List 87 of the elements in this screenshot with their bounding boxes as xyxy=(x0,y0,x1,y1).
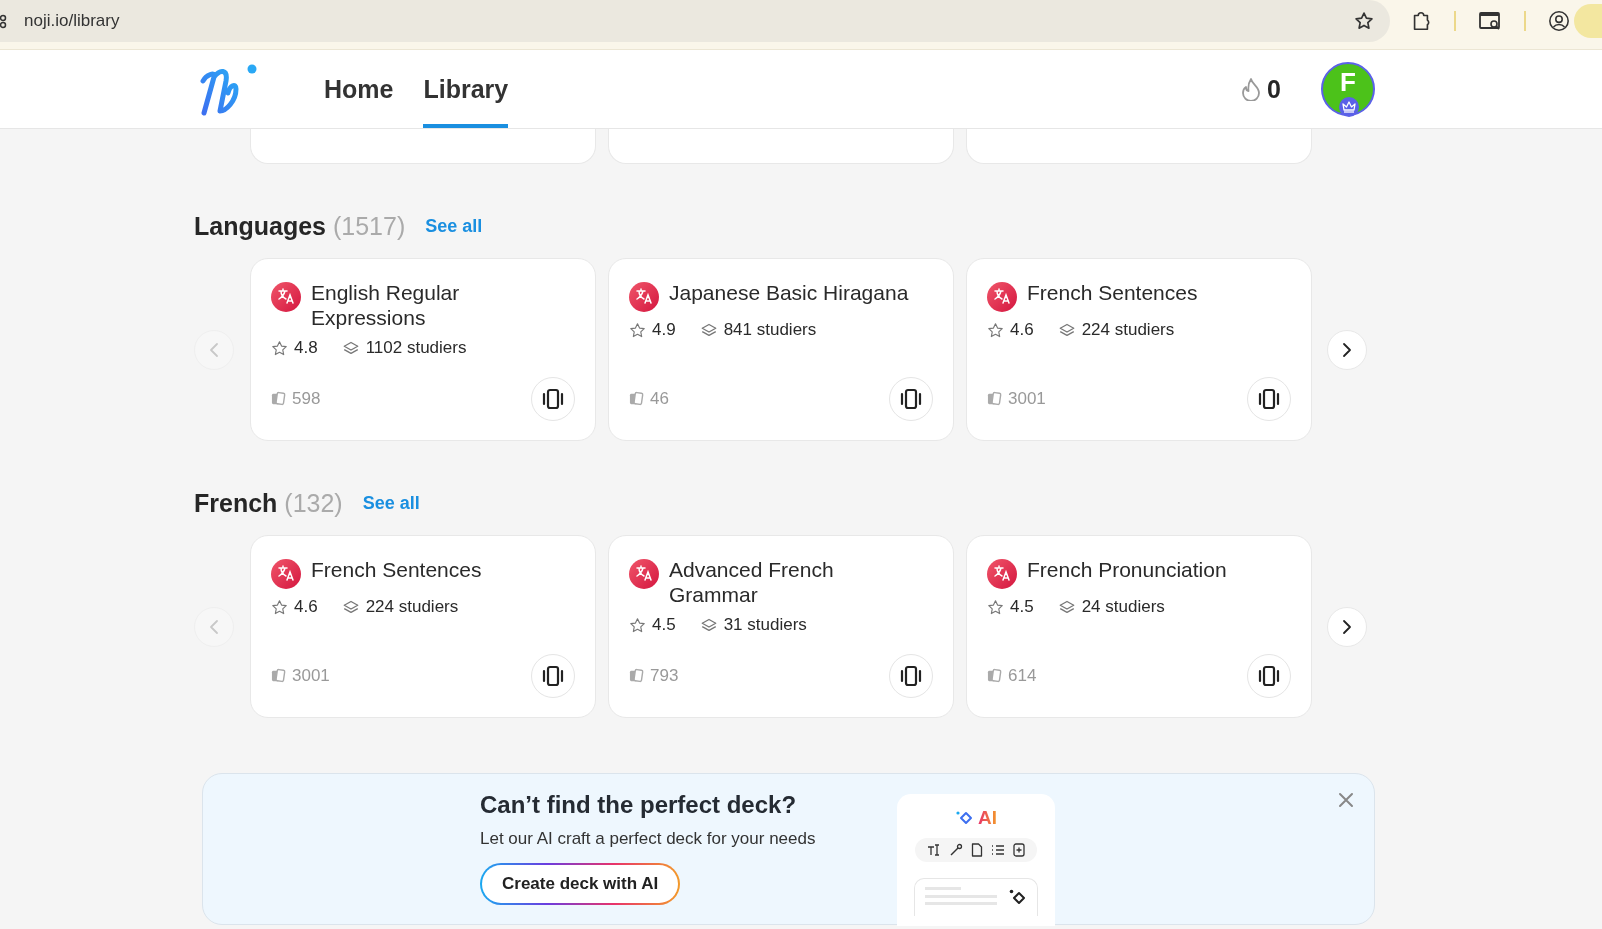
card-count: 793 xyxy=(650,665,679,686)
list-icon xyxy=(991,843,1006,857)
star-icon xyxy=(271,339,288,357)
deck-rating: 4.8 xyxy=(294,338,318,358)
sparkle-icon xyxy=(955,810,974,826)
deck-rating: 4.9 xyxy=(652,320,676,340)
cards-icon xyxy=(987,668,1002,683)
section-count: (132) xyxy=(284,488,343,517)
address-bar-url[interactable]: noji.io/library xyxy=(24,11,120,31)
bookmark-star-icon[interactable] xyxy=(1354,11,1374,31)
deck-title[interactable]: French Pronunciation xyxy=(1027,557,1227,582)
studier-count: 224 studiers xyxy=(365,597,459,617)
layers-icon xyxy=(699,321,718,339)
star-icon xyxy=(629,616,646,634)
cards-icon xyxy=(629,668,644,683)
deck-title[interactable]: Advanced French Grammar xyxy=(669,557,927,607)
star-icon xyxy=(629,321,646,339)
study-button[interactable] xyxy=(889,654,933,698)
profile-icon[interactable] xyxy=(1548,10,1570,32)
layers-icon xyxy=(1057,598,1076,616)
card-count: 598 xyxy=(292,388,321,409)
document-icon xyxy=(971,843,984,857)
translate-icon xyxy=(987,559,1017,589)
layers-icon xyxy=(1057,321,1076,339)
wand-icon xyxy=(949,843,964,857)
flashcard-icon xyxy=(899,665,923,687)
flashcard-icon xyxy=(899,388,923,410)
deck-title[interactable]: Japanese Basic Hiragana xyxy=(669,280,909,305)
next-button[interactable] xyxy=(1327,606,1367,647)
studier-count: 841 studiers xyxy=(723,320,817,340)
text-cursor-icon xyxy=(927,843,942,857)
layers-icon xyxy=(341,339,360,357)
studier-count: 31 studiers xyxy=(723,615,807,635)
flame-icon xyxy=(1241,77,1262,101)
next-button[interactable] xyxy=(1327,329,1367,370)
star-icon xyxy=(271,598,288,616)
section-title: French (132) xyxy=(194,488,343,518)
deck-rating: 4.5 xyxy=(1010,597,1034,617)
banner-title: Can’t find the perfect deck? xyxy=(480,791,798,819)
cards-icon xyxy=(271,391,286,406)
screen-search-icon[interactable] xyxy=(1478,10,1502,32)
nav-tab[interactable]: Home xyxy=(324,50,394,128)
translate-icon xyxy=(987,282,1017,312)
deck-rating: 4.5 xyxy=(652,615,676,635)
flashcard-icon xyxy=(1257,665,1281,687)
chevron-right-icon xyxy=(1342,341,1352,358)
star-icon xyxy=(987,598,1004,616)
streak-count: 0 xyxy=(1267,74,1281,104)
translate-icon xyxy=(629,559,659,589)
layers-icon xyxy=(699,616,718,634)
card-count: 3001 xyxy=(1008,388,1046,409)
deck-title[interactable]: French Sentences xyxy=(1027,280,1198,305)
study-button[interactable] xyxy=(531,654,575,698)
study-button[interactable] xyxy=(1247,654,1291,698)
section-title: Languages (1517) xyxy=(194,211,406,241)
study-button[interactable] xyxy=(1247,377,1291,421)
chevron-left-icon xyxy=(209,341,219,358)
cards-icon xyxy=(629,391,644,406)
deck-title[interactable]: French Sentences xyxy=(311,557,482,582)
cards-icon xyxy=(271,668,286,683)
card-count: 46 xyxy=(650,388,669,409)
card-count: 3001 xyxy=(292,665,330,686)
star-icon xyxy=(987,321,1004,339)
chevron-left-icon xyxy=(209,618,219,635)
studier-count: 224 studiers xyxy=(1081,320,1175,340)
card-count: 614 xyxy=(1008,665,1037,686)
crown-icon xyxy=(1339,97,1359,117)
translate-icon xyxy=(271,282,301,312)
study-button[interactable] xyxy=(531,377,575,421)
layers-icon xyxy=(341,598,360,616)
study-button[interactable] xyxy=(889,377,933,421)
add-card-icon xyxy=(1013,843,1026,857)
translate-icon xyxy=(271,559,301,589)
banner-subtitle: Let our AI craft a perfect deck for your needs xyxy=(480,829,816,849)
deck-rating: 4.6 xyxy=(1010,320,1034,340)
close-icon xyxy=(1338,792,1354,808)
deck-rating: 4.6 xyxy=(294,597,318,617)
flashcard-icon xyxy=(541,665,565,687)
flashcard-icon xyxy=(541,388,565,410)
deck-title[interactable]: English Regular Expressions xyxy=(311,280,569,330)
translate-icon xyxy=(629,282,659,312)
studier-count: 24 studiers xyxy=(1081,597,1165,617)
flashcard-icon xyxy=(1257,388,1281,410)
studier-count: 1102 studiers xyxy=(365,338,467,358)
chevron-right-icon xyxy=(1342,618,1352,635)
section-count: (1517) xyxy=(332,211,406,240)
cards-icon xyxy=(987,391,1002,406)
